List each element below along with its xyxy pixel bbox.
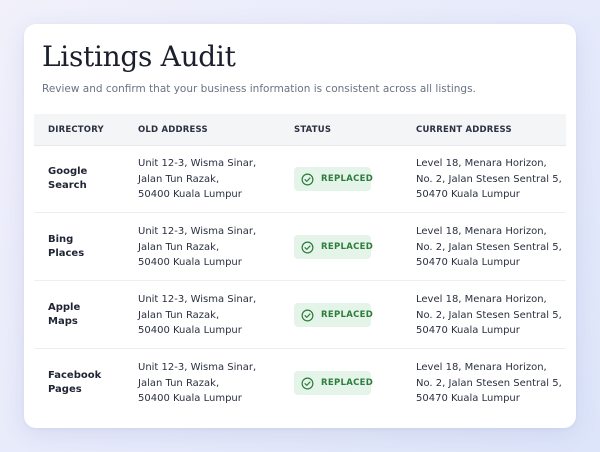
table-row: Bing Places Unit 12-3, Wisma Sinar, Jala… [34,213,566,281]
status-label: REPLACED [321,174,374,184]
table-row: Apple Maps Unit 12-3, Wisma Sinar, Jalan… [34,281,566,349]
check-circle-icon [301,173,314,185]
audit-card: Listings Audit Review and confirm that y… [24,24,576,428]
directory-name: Bing Places [48,234,85,259]
status-badge: REPLACED [294,371,374,395]
current-address: Level 18, Menara Horizon, No. 2, Jalan S… [416,294,562,336]
status-badge: REPLACED [294,167,374,191]
header-status: STATUS [294,125,332,135]
old-address: Unit 12-3, Wisma Sinar, Jalan Tun Razak,… [138,362,257,404]
table-row: Google Search Unit 12-3, Wisma Sinar, Ja… [34,145,566,213]
current-address: Level 18, Menara Horizon, No. 2, Jalan S… [416,226,562,268]
check-circle-icon [301,377,314,389]
header-old-address: OLD ADDRESS [138,125,208,135]
page-subtitle: Review and confirm that your business in… [42,83,476,95]
check-circle-icon [301,241,314,253]
old-address: Unit 12-3, Wisma Sinar, Jalan Tun Razak,… [138,158,257,200]
check-circle-icon [301,309,314,321]
table-row: Facebook Pages Unit 12-3, Wisma Sinar, J… [34,349,566,416]
current-address: Level 18, Menara Horizon, No. 2, Jalan S… [416,158,562,200]
status-badge: REPLACED [294,235,374,259]
table-header: DIRECTORY OLD ADDRESS STATUS CURRENT ADD… [34,114,566,146]
status-label: REPLACED [321,378,374,388]
header-directory: DIRECTORY [48,125,104,135]
header-current-address: CURRENT ADDRESS [416,125,512,135]
directory-name: Apple Maps [48,302,81,327]
status-badge: REPLACED [294,303,374,327]
directory-name: Google Search [48,166,88,191]
status-label: REPLACED [321,242,374,252]
page-title: Listings Audit [42,40,236,73]
status-label: REPLACED [321,310,374,320]
old-address: Unit 12-3, Wisma Sinar, Jalan Tun Razak,… [138,294,257,336]
directory-name: Facebook Pages [48,370,102,395]
old-address: Unit 12-3, Wisma Sinar, Jalan Tun Razak,… [138,226,257,268]
current-address: Level 18, Menara Horizon, No. 2, Jalan S… [416,362,562,404]
